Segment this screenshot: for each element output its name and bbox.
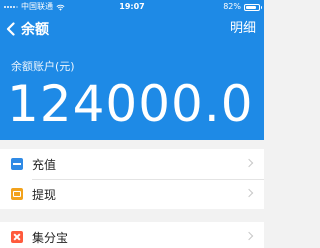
menu-group-funds: 充值 提现 — [0, 149, 264, 209]
recharge-icon — [11, 158, 23, 170]
chevron-right-icon — [244, 188, 254, 198]
status-bar: 中国联通 19:07 82% — [0, 0, 264, 14]
page-title: 余额 — [21, 22, 49, 38]
status-right: 82% — [223, 0, 262, 14]
battery-fill — [246, 5, 256, 9]
balance-amount: 124000.0 — [7, 75, 254, 133]
balance-screen: 中国联通 19:07 82% 余额 明细 余额账户(元) 124000.0 充值… — [0, 0, 264, 248]
nav-bar: 余额 明细 — [0, 14, 264, 44]
menu-item-label: 提现 — [32, 187, 57, 202]
menu-item-jifenbao[interactable]: 集分宝 — [0, 222, 264, 248]
battery-icon — [244, 3, 262, 11]
balance-label: 余额账户(元) — [11, 60, 75, 73]
back-button[interactable]: 余额 — [6, 18, 49, 40]
detail-link[interactable]: 明细 — [230, 19, 256, 39]
chevron-left-icon — [6, 22, 15, 36]
menu-item-label: 集分宝 — [32, 230, 69, 245]
battery-percent: 82% — [223, 2, 241, 11]
jifenbao-icon — [11, 231, 23, 243]
chevron-right-icon — [244, 158, 254, 168]
menu-item-withdraw[interactable]: 提现 — [0, 179, 264, 209]
menu-item-recharge[interactable]: 充值 — [0, 149, 264, 179]
withdraw-icon — [11, 188, 23, 200]
chevron-right-icon — [244, 231, 254, 241]
header-panel: 中国联通 19:07 82% 余额 明细 余额账户(元) 124000.0 — [0, 0, 264, 140]
menu-item-label: 充值 — [32, 157, 57, 172]
menu-group-rewards: 集分宝 — [0, 222, 264, 248]
